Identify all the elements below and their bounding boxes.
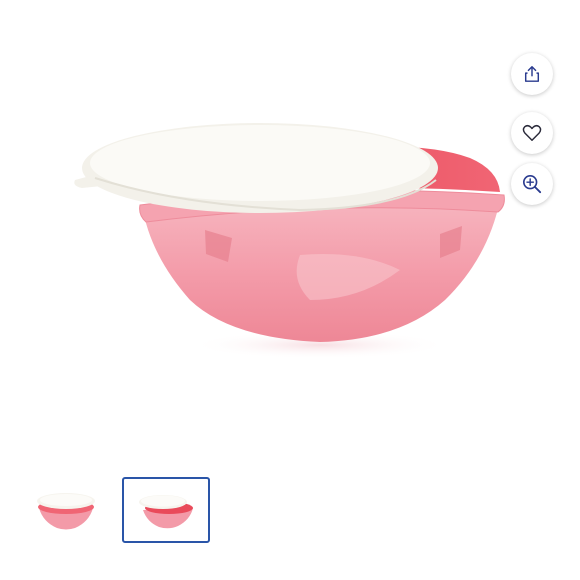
product-gallery — [0, 0, 580, 580]
thumbnail-image — [139, 495, 193, 529]
thumbnail-1[interactable] — [22, 477, 110, 543]
share-icon — [524, 66, 540, 82]
product-main-image — [74, 123, 505, 359]
favorite-button[interactable] — [511, 112, 553, 154]
heart-icon — [522, 124, 542, 141]
thumbnail-image — [37, 493, 95, 530]
zoom-button[interactable] — [511, 163, 553, 205]
share-button[interactable] — [511, 53, 553, 95]
zoom-in-icon — [523, 175, 542, 194]
thumbnail-2[interactable] — [122, 477, 210, 543]
